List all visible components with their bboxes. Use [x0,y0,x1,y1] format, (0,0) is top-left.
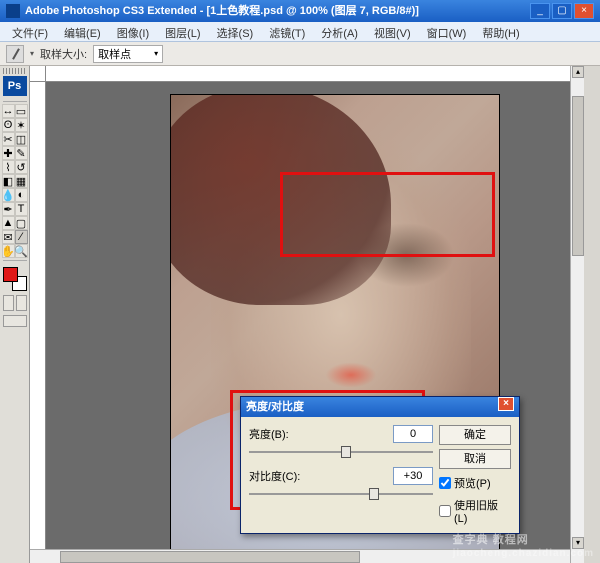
window-title: Adobe Photoshop CS3 Extended - [1上色教程.ps… [25,0,528,22]
chevron-down-icon: ▾ [154,49,158,58]
tool-notes[interactable]: ✉ [2,230,15,244]
scroll-down-arrow-icon[interactable]: ▾ [572,537,584,549]
dialog-title: 亮度/对比度 [246,397,304,417]
legacy-checkbox-input[interactable] [439,505,451,517]
menu-file[interactable]: 文件(F) [4,22,56,41]
tool-preset-chevron-icon[interactable]: ▾ [30,49,34,58]
scroll-thumb[interactable] [572,96,584,256]
preview-checkbox-input[interactable] [439,477,451,489]
tool-blur[interactable]: 💧 [2,188,15,202]
vertical-scrollbar[interactable]: ▴ ▾ [570,66,584,563]
menu-layer[interactable]: 图层(L) [157,22,208,41]
tool-brush[interactable]: ✎ [15,146,28,160]
ok-button[interactable]: 确定 [439,425,511,445]
menu-select[interactable]: 选择(S) [209,22,262,41]
sample-size-label: 取样大小: [40,46,87,62]
contrast-label: 对比度(C): [249,468,309,484]
scroll-thumb[interactable] [60,551,360,563]
photoshop-logo: Ps [3,76,27,96]
close-button[interactable]: × [574,3,594,19]
contrast-slider[interactable] [249,487,433,501]
tool-gradient[interactable]: ▦ [15,174,28,188]
right-panel-dock[interactable] [584,66,600,563]
divider [3,260,27,261]
scroll-up-arrow-icon[interactable]: ▴ [572,66,584,78]
ruler-vertical[interactable] [30,82,46,549]
maximize-button[interactable]: ▢ [552,3,572,19]
eyedropper-icon[interactable] [6,45,24,63]
horizontal-scrollbar[interactable] [30,549,570,563]
contrast-input[interactable] [393,467,433,485]
menu-filter[interactable]: 滤镜(T) [261,22,313,41]
sample-size-value: 取样点 [98,46,131,62]
tool-path-select[interactable]: ▲ [2,216,15,230]
options-bar: ▾ 取样大小: 取样点 ▾ [0,42,600,66]
legacy-label: 使用旧版(L) [454,497,511,525]
tool-dodge[interactable]: ◐ [15,188,28,202]
menu-view[interactable]: 视图(V) [366,22,419,41]
tool-zoom[interactable]: 🔍 [15,244,28,258]
menu-analysis[interactable]: 分析(A) [313,22,366,41]
menu-window[interactable]: 窗口(W) [419,22,475,41]
app-icon [6,4,20,18]
brightness-slider[interactable] [249,445,433,459]
tool-magic-wand[interactable]: ✶ [15,118,28,132]
tool-marquee[interactable]: ▭ [15,104,28,118]
foreground-color[interactable] [3,267,18,282]
tool-type[interactable]: T [15,202,28,216]
menu-help[interactable]: 帮助(H) [474,22,527,41]
tool-slice[interactable]: ◫ [15,132,28,146]
legacy-checkbox[interactable]: 使用旧版(L) [439,497,511,525]
ruler-horizontal[interactable] [46,66,570,82]
minimize-button[interactable]: _ [530,3,550,19]
tool-crop[interactable]: ✂ [2,132,15,146]
screen-mode-button[interactable] [3,315,27,327]
color-swatches[interactable] [3,267,27,291]
toolbox-grip[interactable] [3,68,27,74]
brightness-label: 亮度(B): [249,426,309,442]
brightness-slider-thumb[interactable] [341,446,351,458]
divider [3,101,27,102]
menu-image[interactable]: 图像(I) [109,22,157,41]
tool-eyedropper[interactable]: ⁄ [15,230,28,244]
tool-move[interactable]: ↔ [2,104,15,118]
brightness-input[interactable] [393,425,433,443]
ruler-origin[interactable] [30,66,46,82]
dialog-titlebar[interactable]: 亮度/对比度 × [241,397,519,417]
tool-eraser[interactable]: ◧ [2,174,15,188]
cancel-button[interactable]: 取消 [439,449,511,469]
tool-shape[interactable]: ▢ [15,216,28,230]
toolbox: Ps ↔▭ ʘ✶ ✂◫ ✚✎ ⌇↺ ◧▦ 💧◐ ✒T ▲▢ ✉⁄ ✋🔍 [0,66,30,563]
brightness-contrast-dialog[interactable]: 亮度/对比度 × 亮度(B): 对比度(C): [240,396,520,534]
tool-hand[interactable]: ✋ [2,244,15,258]
tool-pen[interactable]: ✒ [2,202,15,216]
tool-healing[interactable]: ✚ [2,146,15,160]
menubar: 文件(F) 编辑(E) 图像(I) 图层(L) 选择(S) 滤镜(T) 分析(A… [0,22,600,42]
image-content [170,94,391,305]
tool-history-brush[interactable]: ↺ [15,160,28,174]
canvas-area: 亮度/对比度 × 亮度(B): 对比度(C): [30,66,584,563]
menu-edit[interactable]: 编辑(E) [56,22,109,41]
dialog-close-button[interactable]: × [498,397,514,411]
preview-checkbox[interactable]: 预览(P) [439,475,511,491]
sample-size-dropdown[interactable]: 取样点 ▾ [93,45,163,63]
tool-lasso[interactable]: ʘ [2,118,15,132]
contrast-slider-thumb[interactable] [369,488,379,500]
quick-mask-toggle[interactable] [3,295,27,311]
preview-label: 预览(P) [454,475,491,491]
tool-stamp[interactable]: ⌇ [2,160,15,174]
window-titlebar: Adobe Photoshop CS3 Extended - [1上色教程.ps… [0,0,600,22]
